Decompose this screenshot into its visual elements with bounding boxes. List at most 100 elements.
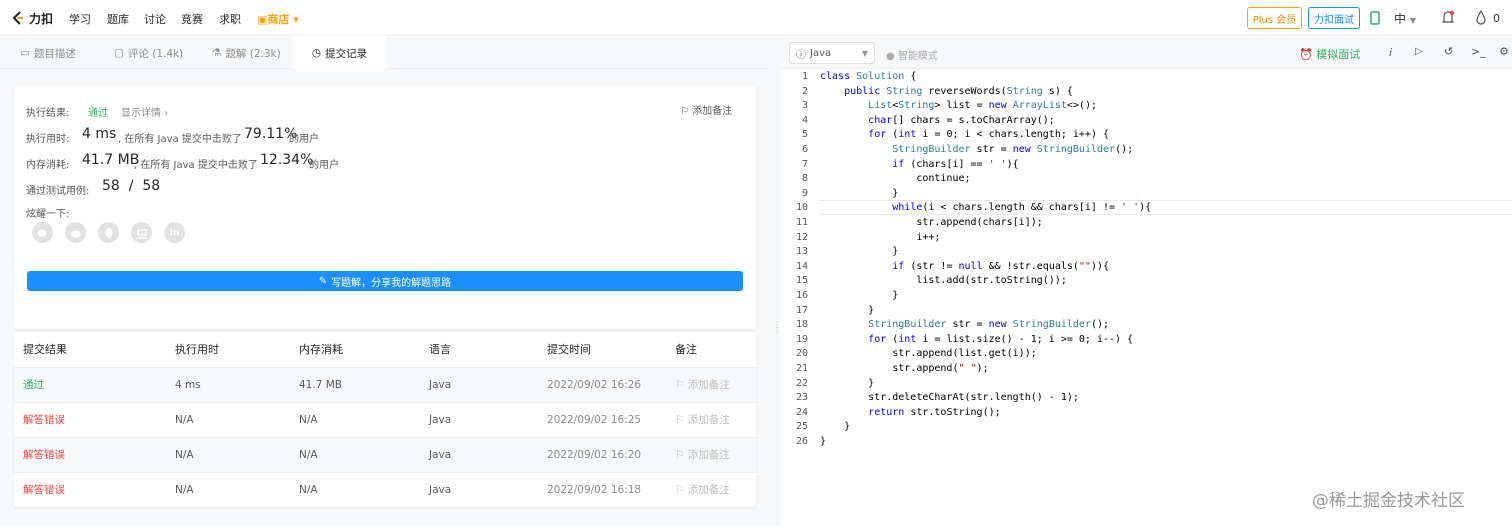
table-row[interactable]: 解答错误 N/A N/A Java 2022/09/02 16:25 ⚐ 添加备注: [14, 402, 756, 437]
row-date: 2022/09/02 16:25: [547, 414, 642, 426]
nav-jobs[interactable]: 求职: [219, 11, 241, 27]
header-language: 语言: [429, 343, 451, 356]
memory-desc: , 在所有 Java 提交中击败了: [134, 160, 258, 171]
row-status[interactable]: 解答错误: [23, 473, 65, 508]
code-line[interactable]: str.append(" ");: [820, 362, 988, 377]
row-add-note[interactable]: ⚐ 添加备注: [675, 438, 730, 473]
console-icon[interactable]: >_: [1471, 45, 1486, 58]
row-language: Java: [429, 379, 452, 391]
smart-mode-toggle[interactable]: ● 智能模式: [886, 47, 938, 62]
row-add-note[interactable]: ⚐ 添加备注: [675, 473, 730, 508]
bell-icon[interactable]: [1441, 10, 1455, 25]
line-number: 13: [795, 246, 808, 258]
table-row[interactable]: 通过 4 ms 41.7 MB Java 2022/09/02 16:26 ⚐ 添加备注: [14, 367, 756, 402]
code-line[interactable]: str.deleteCharAt(str.length() - 1);: [820, 391, 1079, 406]
pane-splitter[interactable]: ⋮ ⋮: [770, 37, 781, 526]
flag-icon: ⚐: [675, 379, 688, 391]
table-row[interactable]: 解答错误 N/A N/A Java 2022/09/02 16:18 ⚐ 添加备注: [14, 472, 756, 507]
tab-description[interactable]: ▭ 题目描述: [20, 37, 76, 69]
add-note-label: 添加备注: [687, 414, 730, 426]
comment-icon: ▢: [114, 47, 124, 59]
code-line[interactable]: continue;: [820, 172, 970, 187]
code-line[interactable]: while(i < chars.length && chars[i] != ' …: [820, 201, 1151, 216]
shop-icon: ▣: [257, 13, 268, 26]
weibo-icon[interactable]: [65, 222, 86, 243]
info-button-icon[interactable]: i: [1389, 46, 1392, 59]
language-switch[interactable]: 中 ▼: [1394, 10, 1416, 27]
row-status[interactable]: 解答错误: [23, 438, 65, 473]
code-line[interactable]: }: [820, 245, 898, 260]
mock-interview-button[interactable]: ⏰ 模拟面试: [1299, 46, 1360, 62]
nav-problems[interactable]: 题库: [107, 11, 129, 27]
nav-contest[interactable]: 竞赛: [181, 11, 203, 27]
nav-shop[interactable]: ▣商店 ▾: [257, 11, 299, 27]
row-add-note[interactable]: ⚐ 添加备注: [675, 368, 730, 403]
code-line[interactable]: list.add(str.toString());: [820, 274, 1067, 289]
code-line[interactable]: char[] chars = s.toCharArray();: [820, 114, 1055, 129]
qq-icon[interactable]: [98, 222, 119, 243]
phone-icon[interactable]: [1370, 11, 1380, 25]
code-line[interactable]: for (int i = list.size() - 1; i >= 0; i-…: [820, 333, 1133, 348]
run-icon[interactable]: ▷: [1415, 46, 1423, 57]
wechat-icon[interactable]: [32, 222, 53, 243]
reset-icon[interactable]: ↺: [1444, 45, 1453, 58]
code-line[interactable]: }: [820, 435, 826, 450]
memory-suffix: 的用户: [309, 160, 339, 171]
description-icon: ▭: [20, 47, 30, 59]
code-line[interactable]: }: [820, 289, 898, 304]
memory-percent: 12.34%: [260, 152, 314, 168]
runtime-value: 4 ms: [82, 126, 117, 142]
header-note: 备注: [675, 343, 697, 356]
code-line[interactable]: for (int i = 0; i < chars.length; i++) {: [820, 128, 1109, 143]
tab-solutions[interactable]: ⚗ 题解 (2.3k): [212, 37, 281, 69]
code-line[interactable]: }: [820, 304, 874, 319]
douban-icon[interactable]: [131, 222, 152, 243]
write-solution-button[interactable]: ✎ 写题解，分享我的解题思路: [27, 271, 743, 291]
nav-learn[interactable]: 学习: [69, 11, 91, 27]
code-line[interactable]: }: [820, 420, 850, 435]
code-line[interactable]: if (chars[i] == ' '){: [820, 158, 1018, 173]
row-add-note[interactable]: ⚐ 添加备注: [675, 403, 730, 438]
tab-comments[interactable]: ▢ 评论 (1.4k): [114, 37, 183, 69]
line-number: 5: [801, 129, 808, 141]
linkedin-icon[interactable]: in: [164, 222, 185, 243]
row-date: 2022/09/02 16:18: [547, 484, 642, 496]
code-line[interactable]: return str.toString();: [820, 406, 1000, 421]
code-line[interactable]: str.append(list.get(i));: [820, 347, 1037, 362]
code-line[interactable]: public String reverseWords(String s) {: [820, 85, 1073, 100]
add-note-button[interactable]: ⚐ 添加备注: [680, 102, 732, 117]
plus-member-button[interactable]: Plus 会员: [1247, 7, 1302, 29]
tab-submissions[interactable]: ◷ 提交记录: [293, 37, 386, 69]
code-line[interactable]: StringBuilder str = new StringBuilder();: [820, 318, 1109, 333]
language-select[interactable]: ⓘ Java ▼: [789, 42, 875, 64]
row-status[interactable]: 解答错误: [23, 403, 65, 438]
line-number: 3: [801, 100, 808, 112]
code-line[interactable]: if (str != null && !str.equals("")){: [820, 260, 1109, 275]
row-memory: 41.7 MB: [299, 379, 342, 391]
table-row[interactable]: 解答错误 N/A N/A Java 2022/09/02 16:20 ⚐ 添加备注: [14, 437, 756, 472]
code-line[interactable]: i++;: [820, 231, 940, 246]
runtime-label: 执行用时:: [26, 134, 70, 145]
result-label: 执行结果:: [26, 108, 70, 119]
editor-toolbar: ⓘ Java ▼ ● 智能模式 ⏰ 模拟面试 i ▷ ↺ >_ ⚙: [781, 37, 1512, 69]
line-number: 19: [795, 333, 808, 345]
leetcode-logo[interactable]: 力扣: [10, 8, 53, 28]
code-editor[interactable]: 1 class Solution {2 public String reverse…: [781, 69, 1512, 526]
submission-result-card: 执行结果: 通过 显示详情 › ⚐ 添加备注 执行用时: 4 ms , 在所有 …: [14, 86, 756, 329]
add-note-label: 添加备注: [687, 449, 730, 461]
nav-discuss[interactable]: 讨论: [144, 11, 166, 27]
code-line[interactable]: }: [820, 377, 874, 392]
line-number: 24: [795, 406, 808, 418]
code-line[interactable]: }: [820, 187, 898, 202]
header-result: 提交结果: [23, 343, 67, 356]
code-line[interactable]: List<String> list = new ArrayList<>();: [820, 99, 1097, 114]
code-line[interactable]: StringBuilder str = new StringBuilder();: [820, 143, 1133, 158]
flag-icon: ⚐: [675, 484, 688, 496]
code-line[interactable]: class Solution {: [820, 70, 916, 85]
code-line[interactable]: str.append(chars[i]);: [820, 216, 1042, 231]
points-drop-icon[interactable]: [1475, 10, 1487, 25]
interview-button[interactable]: 力扣面试: [1308, 7, 1360, 29]
row-status[interactable]: 通过: [23, 368, 44, 403]
show-details-link[interactable]: 显示详情 ›: [121, 104, 168, 119]
gear-icon[interactable]: ⚙: [1499, 45, 1509, 58]
